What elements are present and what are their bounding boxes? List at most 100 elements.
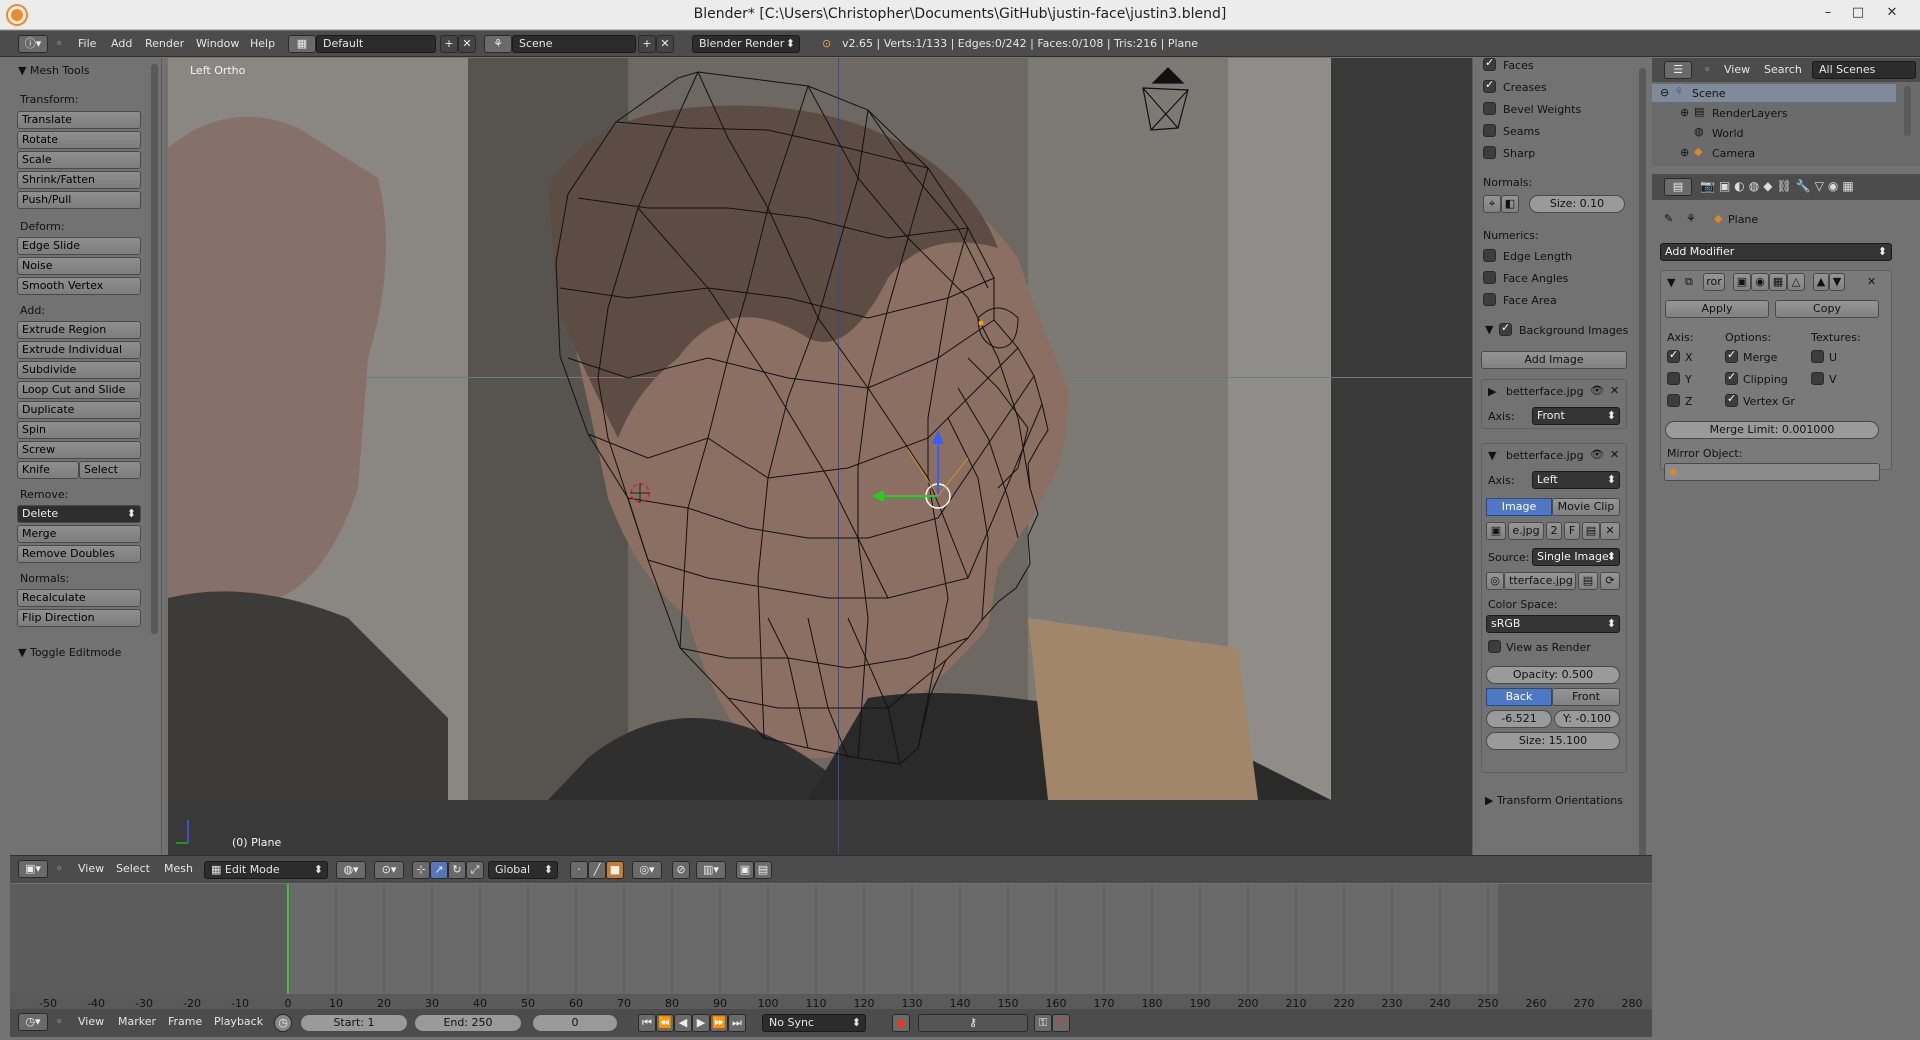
render-animation-icon[interactable]: ▤ <box>754 861 772 879</box>
sharp-checkbox[interactable] <box>1483 146 1496 159</box>
creases-checkbox[interactable] <box>1483 78 1496 93</box>
translate-manipulator-icon[interactable]: ↗ <box>430 861 448 879</box>
insert-keyframe-icon[interactable]: ⚿ <box>1034 1014 1052 1032</box>
shrink-fatten-button[interactable]: Shrink/Fatten <box>17 171 141 189</box>
scene-icon[interactable]: ⚘ <box>484 35 512 53</box>
rotate-button[interactable]: Rotate <box>17 131 141 149</box>
extrude-region-button[interactable]: Extrude Region <box>17 321 141 339</box>
bg-image-2-collapse-icon[interactable]: ▼ <box>1488 449 1496 462</box>
back-toggle[interactable]: Back <box>1486 688 1552 706</box>
remove-doubles-button[interactable]: Remove Doubles <box>17 545 141 563</box>
menu-file[interactable]: File <box>78 36 96 52</box>
timeline-menu-playback[interactable]: Playback <box>214 1015 263 1028</box>
vertex-normals-toggle-icon[interactable]: ⌖ <box>1483 195 1501 213</box>
translate-button[interactable]: Translate <box>17 111 141 129</box>
timeline-menu-frame[interactable]: Frame <box>168 1015 202 1028</box>
outliner-scrollbar[interactable] <box>1904 86 1911 136</box>
merge-button[interactable]: Merge <box>17 525 141 543</box>
expand-icon[interactable]: ⊖ <box>1660 86 1669 99</box>
face-select-icon[interactable]: ■ <box>606 861 624 879</box>
bevel-weights-checkbox[interactable] <box>1483 102 1496 115</box>
screw-button[interactable]: Screw <box>17 441 141 459</box>
loop-cut-slide-button[interactable]: Loop Cut and Slide <box>17 381 141 399</box>
outliner-row-scene[interactable]: ⊖ ⚘ Scene <box>1652 84 1896 102</box>
collapse-menu-icon[interactable]: ◦ <box>1704 63 1711 76</box>
image-browse-icon[interactable]: ▣ <box>1486 522 1506 540</box>
texture-v-checkbox[interactable] <box>1811 372 1824 385</box>
timeline-menu-view[interactable]: View <box>78 1015 104 1028</box>
preview-range-icon[interactable]: ◷ <box>274 1014 292 1032</box>
jump-keyframe-forward-icon[interactable]: ⏩ <box>710 1014 728 1032</box>
viewport-shading-icon[interactable]: ◍▾ <box>336 861 366 879</box>
face-normals-toggle-icon[interactable]: ◧ <box>1501 195 1519 213</box>
collapse-menu-icon[interactable]: ◦ <box>56 36 63 52</box>
timeline-editor[interactable]: -50 -40 -30 -20 -10 0 10 20 30 40 50 60 70 80 90 100 110… <box>10 884 1652 1014</box>
outliner-menu-view[interactable]: View <box>1724 63 1750 76</box>
collapse-menu-icon[interactable]: ◦ <box>56 862 63 875</box>
edge-slide-button[interactable]: Edge Slide <box>17 237 141 255</box>
close-button[interactable]: ✕ <box>1872 2 1912 24</box>
show-editmode-icon[interactable]: ▦ <box>1769 273 1787 291</box>
render-preview-icon[interactable]: ▣ <box>736 861 754 879</box>
show-render-icon[interactable]: ▣ <box>1733 273 1751 291</box>
offset-y-field[interactable]: Y: -0.100 <box>1554 710 1620 728</box>
recalculate-button[interactable]: Recalculate <box>17 589 141 607</box>
bg-image-1-axis-select[interactable]: Front ⬍ <box>1532 407 1620 425</box>
transform-orientation-select[interactable]: Global ⬍ <box>488 861 558 879</box>
texture-u-checkbox[interactable] <box>1811 350 1824 363</box>
show-viewport-icon[interactable]: ◉ <box>1751 273 1769 291</box>
seams-checkbox[interactable] <box>1483 124 1496 137</box>
modifier-name-field[interactable]: ror <box>1703 273 1725 291</box>
3d-view-editor-type-icon[interactable]: ▣▾ <box>18 860 48 878</box>
axis-z-checkbox[interactable] <box>1667 394 1680 407</box>
scale-button[interactable]: Scale <box>17 151 141 169</box>
layout-select[interactable]: Default <box>316 35 436 53</box>
axis-y-checkbox[interactable] <box>1667 372 1680 385</box>
eye-icon[interactable]: 👁 <box>1590 384 1604 397</box>
duplicate-button[interactable]: Duplicate <box>17 401 141 419</box>
unlink-image-icon[interactable]: ✕ <box>1600 522 1620 540</box>
scene-select[interactable]: Scene <box>512 35 636 53</box>
outliner-editor-type-icon[interactable]: ☰ <box>1664 61 1692 79</box>
render-engine-select[interactable]: Blender Render ⬍ <box>692 35 800 53</box>
bg-image-2-axis-select[interactable]: Left ⬍ <box>1532 471 1620 489</box>
bg-images-collapse-icon[interactable]: ▼ <box>1485 323 1493 336</box>
add-image-button[interactable]: Add Image <box>1481 351 1627 369</box>
modifier-collapse-icon[interactable]: ▼ <box>1667 276 1675 289</box>
properties-context-tabs[interactable]: 📷▣◐◍◆⛓🔧▽◉▦ <box>1700 179 1858 193</box>
proportional-edit-icon[interactable]: ◎▾ <box>632 861 662 879</box>
sync-mode-select[interactable]: No Sync ⬍ <box>762 1014 866 1032</box>
outliner-menu-search[interactable]: Search <box>1764 63 1802 76</box>
color-space-select[interactable]: sRGB ⬍ <box>1486 615 1620 633</box>
outliner-row-camera[interactable]: ⊕ ◆ Camera <box>1652 144 1896 160</box>
bg-image-1-expand-icon[interactable]: ▶ <box>1488 385 1496 398</box>
mirror-object-field[interactable]: ◆ <box>1664 463 1880 481</box>
menu-window[interactable]: Window <box>196 36 239 52</box>
reload-image-icon[interactable]: ⟳ <box>1600 572 1620 590</box>
properties-editor-type-icon[interactable]: ▤ <box>1664 178 1692 196</box>
menu-select[interactable]: Select <box>116 862 150 875</box>
browse-file-icon[interactable]: ▤ <box>1578 572 1598 590</box>
transform-orientations-header[interactable]: ▶ Transform Orientations <box>1485 794 1623 807</box>
expand-icon[interactable]: ⊕ <box>1680 146 1689 159</box>
subdivide-button[interactable]: Subdivide <box>17 361 141 379</box>
face-angles-checkbox[interactable] <box>1483 271 1496 284</box>
move-modifier-down-icon[interactable]: ▼ <box>1829 273 1845 291</box>
vertex-select-icon[interactable]: · <box>570 861 588 879</box>
image-users-count[interactable]: 2 <box>1546 522 1562 540</box>
add-modifier-select[interactable]: Add Modifier ⬍ <box>1660 243 1892 261</box>
outliner-row-renderlayers[interactable]: ⊕ ▤ RenderLayers <box>1652 104 1896 122</box>
flip-direction-button[interactable]: Flip Direction <box>17 609 141 627</box>
source-select[interactable]: Single Image ⬍ <box>1532 548 1620 566</box>
remove-bg-image-1-icon[interactable]: ✕ <box>1610 384 1619 397</box>
add-scene-icon[interactable]: + <box>638 35 656 53</box>
open-image-icon[interactable]: ▤ <box>1582 522 1600 540</box>
move-modifier-up-icon[interactable]: ▲ <box>1813 273 1829 291</box>
start-frame-field[interactable]: Start: 1 <box>300 1014 408 1032</box>
pivot-point-icon[interactable]: ⊙▾ <box>374 861 404 879</box>
clipping-checkbox[interactable] <box>1725 370 1738 385</box>
bg-image-size-field[interactable]: Size: 15.100 <box>1486 732 1620 750</box>
fake-user-toggle[interactable]: F <box>1564 522 1580 540</box>
view-as-render-checkbox[interactable] <box>1488 640 1501 653</box>
image-datablock-field[interactable]: e.jpg <box>1508 522 1544 540</box>
